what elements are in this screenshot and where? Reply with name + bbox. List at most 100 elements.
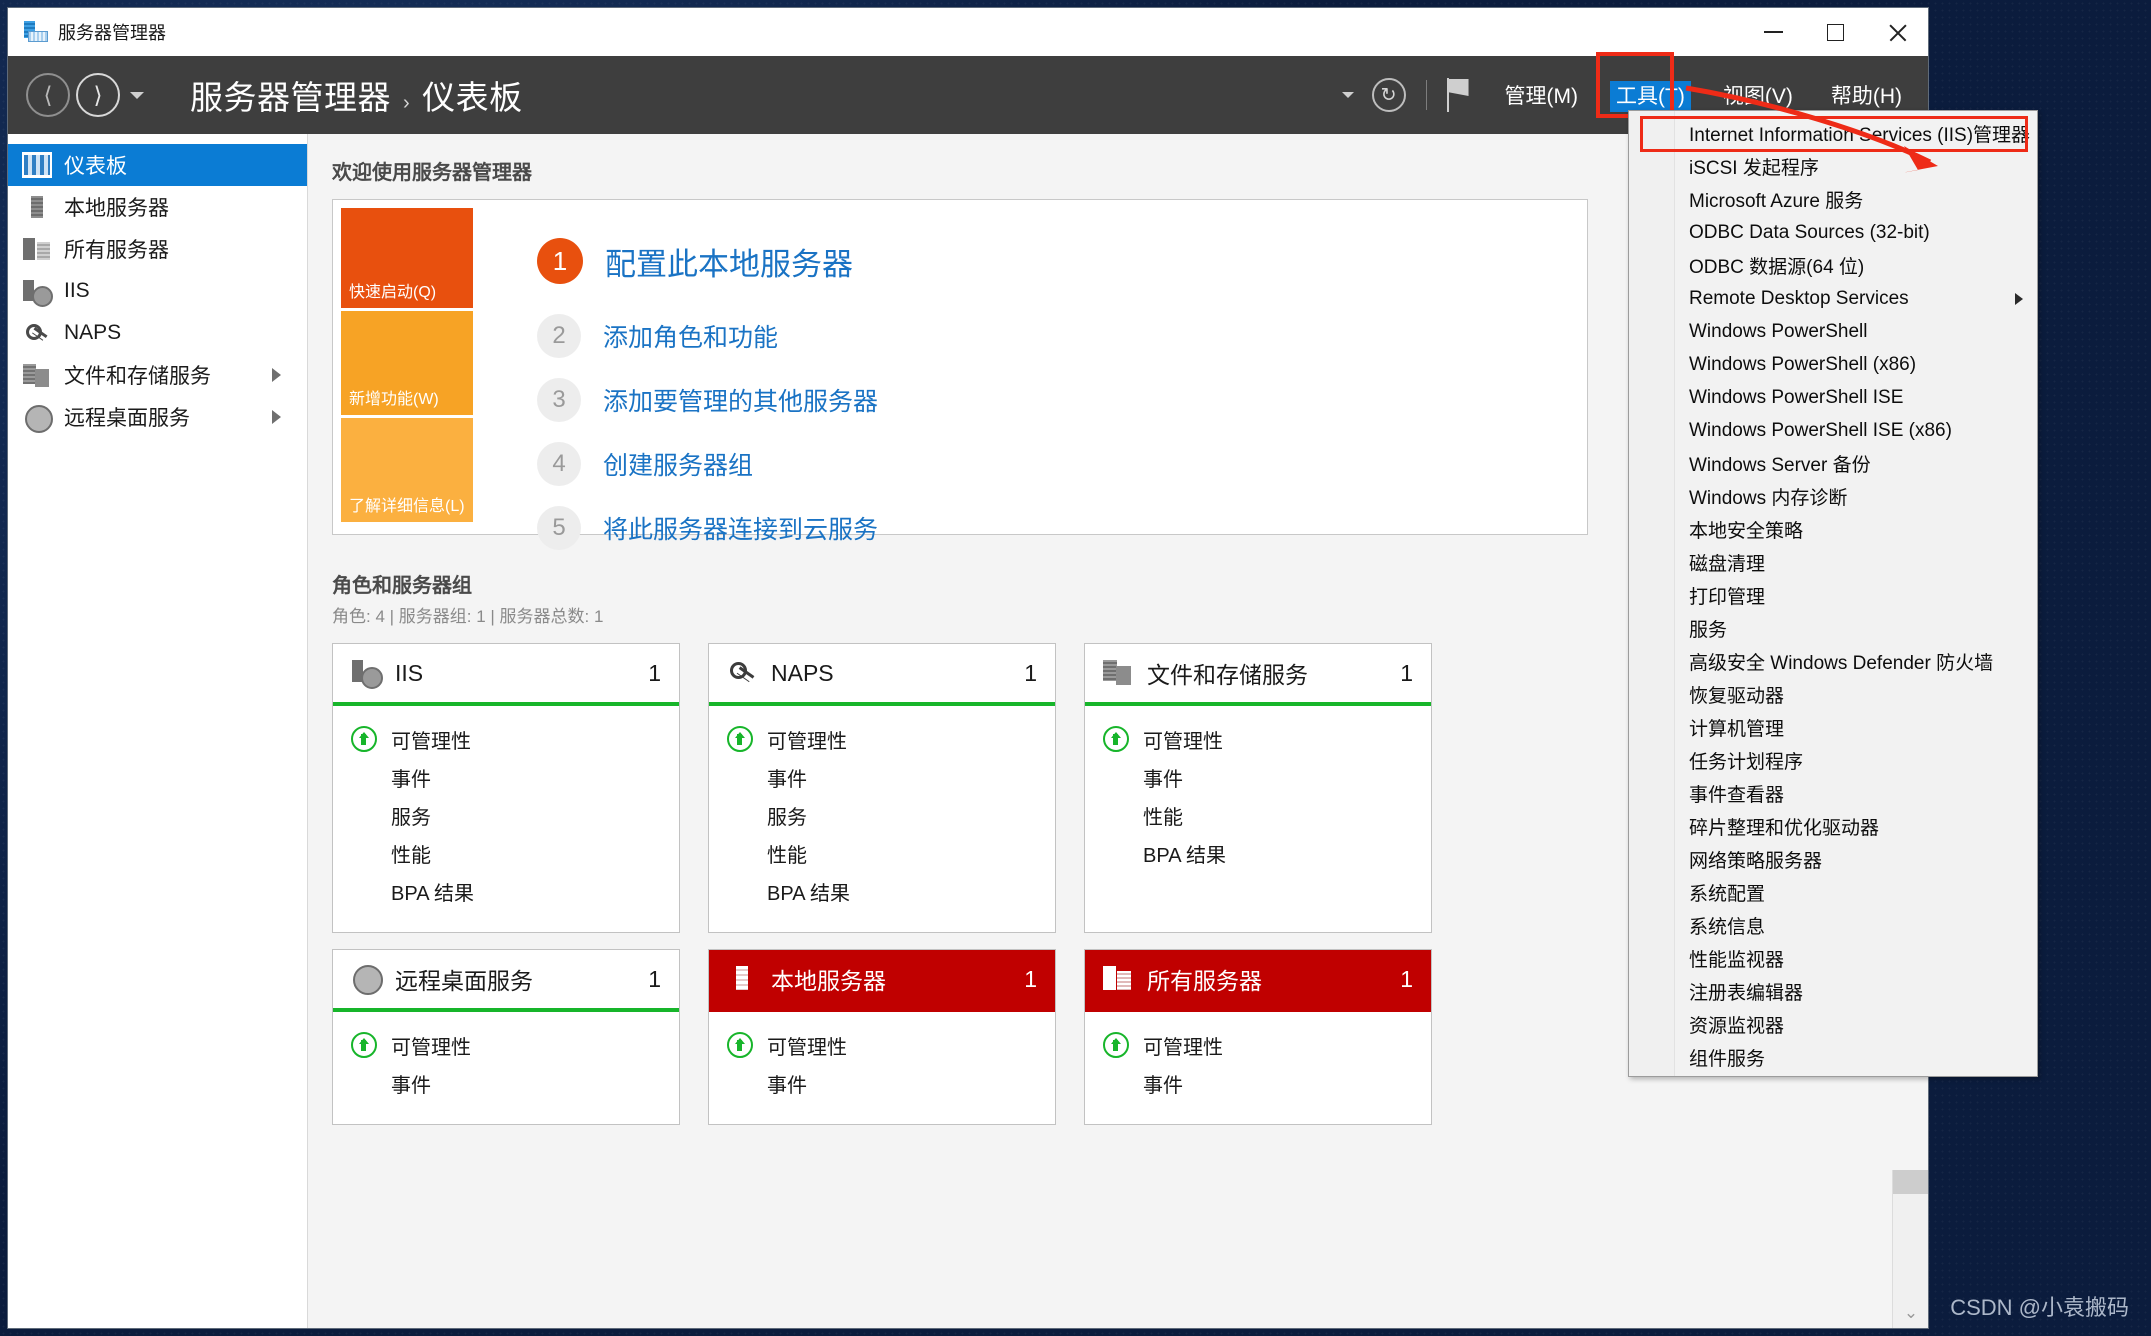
- tools-menu-item-23[interactable]: 系统配置: [1675, 876, 2037, 909]
- tools-menu-item-25[interactable]: 性能监视器: [1675, 942, 2037, 975]
- card-row[interactable]: 可管理性: [1085, 720, 1431, 758]
- card-row[interactable]: 事件: [1085, 758, 1431, 796]
- role-card[interactable]: 本地服务器 1 可管理性 事件: [708, 949, 1056, 1125]
- sidebar-item-3[interactable]: IIS: [8, 270, 307, 312]
- card-row[interactable]: 可管理性: [1085, 1026, 1431, 1064]
- scroll-down-icon[interactable]: ⌄: [1903, 1304, 1919, 1321]
- tools-menu-item-14[interactable]: 打印管理: [1675, 579, 2037, 612]
- tools-menu-item-2[interactable]: Microsoft Azure 服务: [1675, 183, 2037, 216]
- back-arrow-icon[interactable]: ⟨: [26, 73, 70, 117]
- tools-menu-item-18[interactable]: 计算机管理: [1675, 711, 2037, 744]
- scrollbar-thumb[interactable]: [1893, 1170, 1928, 1194]
- tools-menu-item-15[interactable]: 服务: [1675, 612, 2037, 645]
- card-header[interactable]: IIS 1: [333, 644, 679, 706]
- tools-menu-item-3[interactable]: ODBC Data Sources (32-bit): [1675, 216, 2037, 249]
- content-scrollbar[interactable]: ⌄: [1892, 1170, 1928, 1328]
- tools-menu-item-9[interactable]: Windows PowerShell ISE (x86): [1675, 414, 2037, 447]
- setup-step-5[interactable]: 5 将此服务器连接到云服务: [537, 506, 1587, 550]
- tools-menu-item-10[interactable]: Windows Server 备份: [1675, 447, 2037, 480]
- forward-arrow-icon[interactable]: ⟩: [76, 73, 120, 117]
- card-row[interactable]: 事件: [709, 1064, 1055, 1102]
- step-link[interactable]: 添加角色和功能: [603, 318, 778, 354]
- quick-start-block-0[interactable]: 快速启动(Q): [341, 208, 473, 308]
- close-button[interactable]: [1866, 8, 1928, 56]
- role-card[interactable]: NAPS 1 可管理性 事件 服务 性能 BPA 结果: [708, 643, 1056, 933]
- tools-menu-item-27[interactable]: 资源监视器: [1675, 1008, 2037, 1041]
- card-row[interactable]: 事件: [709, 758, 1055, 796]
- setup-step-1[interactable]: 1 配置此本地服务器: [537, 238, 1587, 284]
- tools-menu-item-12[interactable]: 本地安全策略: [1675, 513, 2037, 546]
- card-header[interactable]: 文件和存储服务 1: [1085, 644, 1431, 706]
- role-card[interactable]: 远程桌面服务 1 可管理性 事件: [332, 949, 680, 1125]
- step-link[interactable]: 配置此本地服务器: [605, 239, 853, 284]
- card-row[interactable]: 性能: [333, 834, 679, 872]
- tools-menu-item-21[interactable]: 碎片整理和优化驱动器: [1675, 810, 2037, 843]
- card-header[interactable]: 远程桌面服务 1: [333, 950, 679, 1012]
- notifications-flag-icon[interactable]: [1446, 78, 1473, 112]
- setup-step-2[interactable]: 2 添加角色和功能: [537, 314, 1587, 358]
- card-row[interactable]: 可管理性: [333, 720, 679, 758]
- role-card[interactable]: IIS 1 可管理性 事件 服务 性能 BPA 结果: [332, 643, 680, 933]
- card-row[interactable]: 可管理性: [709, 1026, 1055, 1064]
- step-link[interactable]: 将此服务器连接到云服务: [603, 510, 878, 546]
- menu-help[interactable]: 帮助(H): [1825, 76, 1908, 114]
- step-link[interactable]: 添加要管理的其他服务器: [603, 382, 878, 418]
- minimize-button[interactable]: [1742, 8, 1804, 56]
- sidebar-item-0[interactable]: 仪表板: [8, 144, 307, 186]
- tools-menu-item-22[interactable]: 网络策略服务器: [1675, 843, 2037, 876]
- tools-menu-item-20[interactable]: 事件查看器: [1675, 777, 2037, 810]
- card-row[interactable]: 服务: [709, 796, 1055, 834]
- tools-menu-item-16[interactable]: 高级安全 Windows Defender 防火墙: [1675, 645, 2037, 678]
- breadcrumb-root[interactable]: 服务器管理器: [190, 71, 391, 119]
- sidebar-item-5[interactable]: 文件和存储服务: [8, 354, 307, 396]
- submenu-arrow-icon[interactable]: [2015, 292, 2023, 305]
- expand-arrow-icon[interactable]: [272, 410, 281, 424]
- step-link[interactable]: 创建服务器组: [603, 446, 753, 482]
- card-row[interactable]: 性能: [1085, 796, 1431, 834]
- quick-start-block-2[interactable]: 了解详细信息(L): [341, 418, 473, 522]
- quick-start-block-1[interactable]: 新增功能(W): [341, 311, 473, 415]
- card-header[interactable]: 本地服务器 1: [709, 950, 1055, 1012]
- tools-menu-item-4[interactable]: ODBC 数据源(64 位): [1675, 249, 2037, 282]
- tools-menu-item-26[interactable]: 注册表编辑器: [1675, 975, 2037, 1008]
- card-row[interactable]: 事件: [333, 1064, 679, 1102]
- tools-menu-item-11[interactable]: Windows 内存诊断: [1675, 480, 2037, 513]
- tools-menu-item-1[interactable]: iSCSI 发起程序: [1675, 150, 2037, 183]
- menu-tools[interactable]: 工具(T): [1610, 81, 1691, 112]
- card-row[interactable]: 可管理性: [709, 720, 1055, 758]
- tools-menu-item-8[interactable]: Windows PowerShell ISE: [1675, 381, 2037, 414]
- tools-menu-item-5[interactable]: Remote Desktop Services: [1675, 282, 2037, 315]
- card-row[interactable]: BPA 结果: [1085, 834, 1431, 872]
- menu-manage[interactable]: 管理(M): [1499, 76, 1584, 114]
- card-header[interactable]: NAPS 1: [709, 644, 1055, 706]
- toolbar-overflow-caret-icon[interactable]: [1341, 92, 1354, 98]
- expand-arrow-icon[interactable]: [272, 368, 281, 382]
- card-row[interactable]: 服务: [333, 796, 679, 834]
- card-header[interactable]: 所有服务器 1: [1085, 950, 1431, 1012]
- setup-step-3[interactable]: 3 添加要管理的其他服务器: [537, 378, 1587, 422]
- tools-menu-item-24[interactable]: 系统信息: [1675, 909, 2037, 942]
- tools-menu-item-17[interactable]: 恢复驱动器: [1675, 678, 2037, 711]
- sidebar-item-2[interactable]: 所有服务器: [8, 228, 307, 270]
- refresh-icon[interactable]: ↻: [1371, 78, 1406, 112]
- sidebar-item-1[interactable]: 本地服务器: [8, 186, 307, 228]
- sidebar-item-4[interactable]: NAPS: [8, 312, 307, 354]
- card-row[interactable]: 事件: [1085, 1064, 1431, 1102]
- maximize-button[interactable]: [1804, 8, 1866, 56]
- card-row[interactable]: 性能: [709, 834, 1055, 872]
- menu-view[interactable]: 视图(V): [1717, 76, 1799, 114]
- sidebar-item-6[interactable]: 远程桌面服务: [8, 396, 307, 438]
- tools-menu-item-19[interactable]: 任务计划程序: [1675, 744, 2037, 777]
- card-row[interactable]: BPA 结果: [709, 872, 1055, 910]
- setup-step-4[interactable]: 4 创建服务器组: [537, 442, 1587, 486]
- tools-menu-item-13[interactable]: 磁盘清理: [1675, 546, 2037, 579]
- role-card[interactable]: 文件和存储服务 1 可管理性 事件 性能 BPA 结果: [1084, 643, 1432, 933]
- card-row[interactable]: 事件: [333, 758, 679, 796]
- card-row[interactable]: BPA 结果: [333, 872, 679, 910]
- tools-menu-item-6[interactable]: Windows PowerShell: [1675, 315, 2037, 348]
- card-row[interactable]: 可管理性: [333, 1026, 679, 1064]
- tools-menu-item-7[interactable]: Windows PowerShell (x86): [1675, 348, 2037, 381]
- chevron-down-icon[interactable]: [130, 91, 144, 99]
- role-card[interactable]: 所有服务器 1 可管理性 事件: [1084, 949, 1432, 1125]
- tools-menu-item-0[interactable]: Internet Information Services (IIS)管理器: [1675, 117, 2037, 150]
